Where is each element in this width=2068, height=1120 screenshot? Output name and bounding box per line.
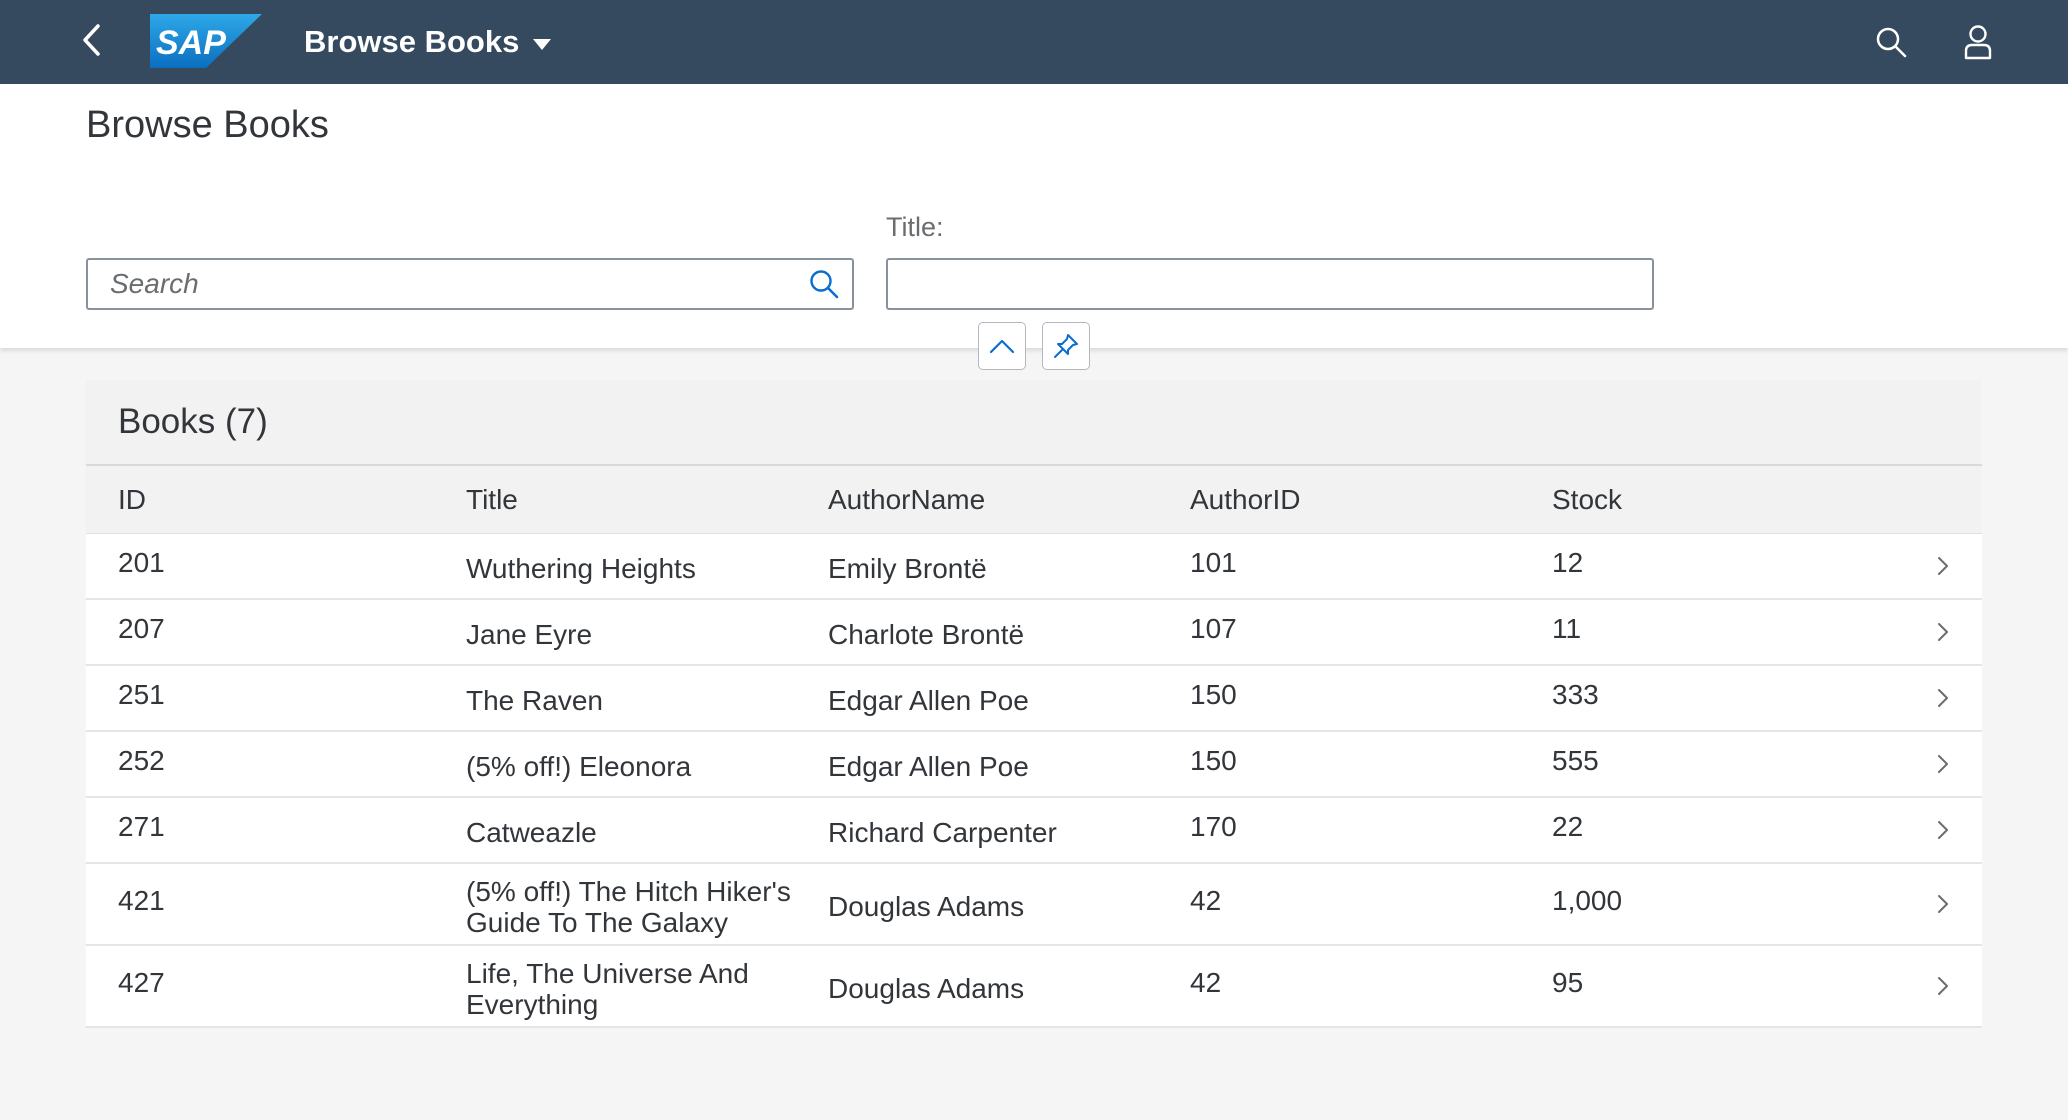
cell-title: (5% off!) The Hitch Hiker's Guide To The… <box>466 875 791 938</box>
cell-author-id: 42 <box>1190 885 1222 916</box>
cell-author-id: 42 <box>1190 967 1222 998</box>
search-icon[interactable] <box>796 260 852 308</box>
pin-icon <box>1054 334 1078 358</box>
row-navigation <box>1882 819 1982 841</box>
cell-id: 251 <box>118 679 165 710</box>
cell-author-id: 150 <box>1190 679 1237 710</box>
chevron-right-icon <box>1938 689 1948 707</box>
chevron-right-icon <box>1938 557 1948 575</box>
row-navigation <box>1882 687 1982 709</box>
cell-stock: 22 <box>1552 811 1584 842</box>
table-toolbar: Books (7) <box>86 380 1982 466</box>
sap-logo-text: SAP <box>156 24 226 62</box>
title-filter-input[interactable] <box>886 258 1654 310</box>
pin-header-button[interactable] <box>1042 322 1090 370</box>
column-header-title: Title <box>466 483 518 515</box>
cell-title: The Raven <box>466 685 603 716</box>
cell-id: 427 <box>118 967 165 998</box>
chevron-right-icon <box>1938 895 1948 913</box>
cell-title: Catweazle <box>466 817 597 848</box>
shell-bar: SAP Browse Books <box>0 0 2068 84</box>
chevron-up-icon <box>989 339 1015 354</box>
cell-stock: 12 <box>1552 547 1584 578</box>
cell-author-name: Richard Carpenter <box>828 817 1057 848</box>
cell-title: (5% off!) Eleonora <box>466 751 692 782</box>
table-row[interactable]: 251 The Raven Edgar Allen Poe 150 333 <box>86 666 1982 732</box>
row-navigation <box>1882 975 1982 997</box>
row-navigation <box>1882 893 1982 915</box>
column-header-author-name: AuthorName <box>828 483 986 515</box>
cell-title: Wuthering Heights <box>466 553 696 584</box>
table-title: Books (7) <box>118 402 268 441</box>
cell-stock: 333 <box>1552 679 1599 710</box>
chevron-right-icon <box>1938 977 1948 995</box>
table-row[interactable]: 207 Jane Eyre Charlote Brontë 107 11 <box>86 600 1982 666</box>
cell-author-name: Edgar Allen Poe <box>828 751 1029 782</box>
app-title-menu[interactable]: Browse Books <box>304 0 552 84</box>
cell-stock: 1,000 <box>1552 885 1623 916</box>
cell-author-name: Charlote Brontë <box>828 619 1025 650</box>
row-navigation <box>1882 753 1982 775</box>
search-field[interactable] <box>86 258 854 310</box>
chevron-right-icon <box>1938 755 1948 773</box>
app-title: Browse Books <box>304 24 520 59</box>
table-row[interactable]: 421 (5% off!) The Hitch Hiker's Guide To… <box>86 864 1982 946</box>
search-input[interactable] <box>88 260 796 308</box>
user-profile-button[interactable] <box>1953 17 2003 67</box>
cell-author-id: 101 <box>1190 547 1237 578</box>
cell-author-id: 170 <box>1190 811 1237 842</box>
row-navigation <box>1882 621 1982 643</box>
column-header-stock: Stock <box>1552 483 1623 515</box>
table-header-row: ID Title AuthorName AuthorID Stock <box>86 466 1982 534</box>
cell-stock: 11 <box>1552 613 1582 644</box>
cell-author-id: 150 <box>1190 745 1237 776</box>
cell-author-name: Douglas Adams <box>828 973 1025 1004</box>
cell-title: Life, The Universe And Everything <box>466 957 749 1020</box>
chevron-right-icon <box>1938 821 1948 839</box>
column-header-id: ID <box>118 483 146 515</box>
table-row[interactable]: 201 Wuthering Heights Emily Brontë 101 1… <box>86 534 1982 600</box>
user-icon <box>1964 25 1992 60</box>
cell-author-name: Emily Brontë <box>828 553 987 584</box>
cell-title: Jane Eyre <box>466 619 593 650</box>
page-header: Browse Books Title: <box>0 84 2068 370</box>
cell-id: 271 <box>118 811 165 842</box>
cell-id: 421 <box>118 885 165 916</box>
collapse-header-button[interactable] <box>978 322 1026 370</box>
shell-search-button[interactable] <box>1866 17 1916 67</box>
table-row[interactable]: 271 Catweazle Richard Carpenter 170 22 <box>86 798 1982 864</box>
books-table-panel: Books (7) ID Title AuthorName AuthorID S… <box>86 380 1982 1028</box>
search-icon <box>1876 27 1907 58</box>
back-button[interactable] <box>72 18 112 62</box>
sap-logo: SAP <box>150 14 262 68</box>
table-row[interactable]: 252 (5% off!) Eleonora Edgar Allen Poe 1… <box>86 732 1982 798</box>
cell-stock: 555 <box>1552 745 1599 776</box>
cell-id: 207 <box>118 613 165 644</box>
cell-id: 201 <box>118 547 165 578</box>
cell-stock: 95 <box>1552 967 1584 998</box>
chevron-right-icon <box>1938 623 1948 641</box>
page-title: Browse Books <box>86 104 329 146</box>
title-filter-label: Title: <box>886 212 944 242</box>
row-navigation <box>1882 555 1982 577</box>
cell-author-name: Edgar Allen Poe <box>828 685 1029 716</box>
cell-id: 252 <box>118 745 165 776</box>
column-header-author-id: AuthorID <box>1190 483 1301 515</box>
chevron-left-icon <box>83 24 100 56</box>
caret-down-icon <box>533 38 552 50</box>
cell-author-name: Douglas Adams <box>828 891 1025 922</box>
table-row[interactable]: 427 Life, The Universe And Everything Do… <box>86 946 1982 1028</box>
cell-author-id: 107 <box>1190 613 1237 644</box>
